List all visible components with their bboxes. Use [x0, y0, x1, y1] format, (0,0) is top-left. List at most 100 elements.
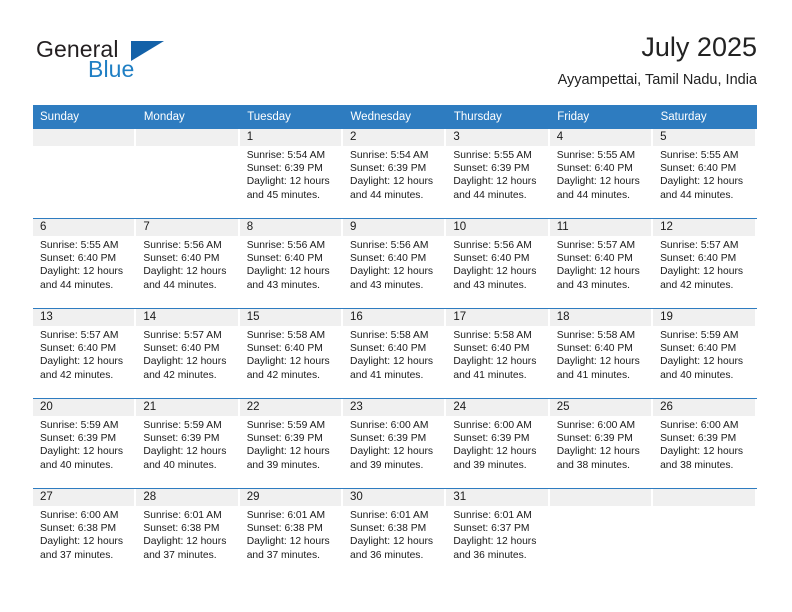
sunset-text: Sunset: 6:39 PM [350, 163, 427, 175]
sunrise-text: Sunrise: 5:58 AM [350, 330, 429, 341]
day-number: 23 [343, 399, 447, 416]
daylight-text-line2: and 37 minutes. [143, 549, 217, 561]
calendar-day-cell[interactable]: 21 Sunrise: 5:59 AM Sunset: 6:39 PM Dayligh… [136, 398, 240, 489]
calendar-day-cell[interactable]: 7 Sunrise: 5:56 AM Sunset: 6:40 PM Daylight… [136, 218, 240, 309]
day-number: 28 [136, 489, 240, 506]
sunrise-text: Sunrise: 6:00 AM [660, 420, 739, 431]
calendar-day-cell[interactable]: 5 Sunrise: 5:55 AM Sunset: 6:40 PM Daylight… [653, 129, 757, 219]
calendar-body: 1 Sunrise: 5:54 AM Sunset: 6:39 PM Daylight… [33, 129, 757, 578]
sunset-text: Sunset: 6:37 PM [453, 523, 530, 535]
daylight-text-line2: and 38 minutes. [556, 459, 630, 471]
day-number [136, 129, 240, 146]
sunrise-text: Sunrise: 5:54 AM [350, 150, 429, 161]
sunset-text: Sunset: 6:39 PM [453, 433, 530, 445]
weekday-header-thursday: Thursday [446, 105, 551, 129]
day-number: 27 [33, 489, 137, 506]
daylight-text-line1: Daylight: 12 hours [143, 536, 227, 548]
calendar-day-cell[interactable]: 15 Sunrise: 5:58 AM Sunset: 6:40 PM Dayligh… [239, 308, 344, 399]
daylight-text-line2: and 41 minutes. [556, 369, 630, 381]
sunrise-text: Sunrise: 5:56 AM [143, 240, 222, 251]
calendar-day-cell[interactable]: 20 Sunrise: 5:59 AM Sunset: 6:39 PM Dayligh… [33, 398, 137, 489]
general-blue-logo[interactable]: General Blue [36, 36, 226, 88]
calendar-day-cell[interactable]: 18 Sunrise: 5:58 AM Sunset: 6:40 PM Dayligh… [549, 308, 654, 399]
day-detail [136, 146, 239, 149]
calendar-day-cell[interactable]: 22 Sunrise: 5:59 AM Sunset: 6:39 PM Dayligh… [239, 398, 344, 489]
sunrise-text: Sunrise: 5:54 AM [246, 150, 326, 161]
day-number: 9 [343, 219, 447, 236]
calendar-day-cell[interactable]: 8 Sunrise: 5:56 AM Sunset: 6:40 PM Daylight… [239, 218, 344, 309]
day-cell-inner: 18 Sunrise: 5:58 AM Sunset: 6:40 PM Dayligh… [549, 309, 654, 398]
daylight-text-line1: Daylight: 12 hours [350, 266, 434, 278]
day-cell-inner: 13 Sunrise: 5:57 AM Sunset: 6:40 PM Dayligh… [33, 309, 137, 398]
day-number: 21 [136, 399, 240, 416]
logo-word-blue: Blue [88, 56, 135, 82]
calendar-day-cell[interactable]: 26 Sunrise: 6:00 AM Sunset: 6:39 PM Dayligh… [653, 398, 757, 489]
calendar-day-cell[interactable]: 3 Sunrise: 5:55 AM Sunset: 6:39 PM Daylight… [446, 129, 550, 219]
daylight-text-line1: Daylight: 12 hours [350, 446, 434, 458]
sunset-text: Sunset: 6:38 PM [350, 523, 427, 535]
sunrise-text: Sunrise: 5:55 AM [453, 150, 532, 161]
day-number: 18 [549, 309, 654, 326]
calendar-day-cell[interactable]: 6 Sunrise: 5:55 AM Sunset: 6:40 PM Daylight… [33, 218, 137, 309]
day-cell-inner: 27 Sunrise: 6:00 AM Sunset: 6:38 PM Dayligh… [33, 489, 137, 578]
calendar-day-cell[interactable]: 17 Sunrise: 5:58 AM Sunset: 6:40 PM Dayligh… [446, 308, 550, 399]
sunset-text: Sunset: 6:40 PM [660, 343, 737, 355]
daylight-text-line1: Daylight: 12 hours [40, 536, 123, 548]
sunset-text: Sunset: 6:40 PM [40, 253, 117, 265]
calendar-day-cell[interactable]: 31 Sunrise: 6:01 AM Sunset: 6:37 PM Dayligh… [446, 488, 550, 578]
sunset-text: Sunset: 6:40 PM [453, 343, 530, 355]
flag-icon [131, 41, 164, 61]
calendar-day-cell[interactable]: 19 Sunrise: 5:59 AM Sunset: 6:40 PM Dayligh… [653, 308, 757, 399]
calendar-day-cell[interactable]: 13 Sunrise: 5:57 AM Sunset: 6:40 PM Dayligh… [33, 308, 137, 399]
calendar-day-cell[interactable]: 12 Sunrise: 5:57 AM Sunset: 6:40 PM Dayligh… [653, 218, 757, 309]
sunrise-text: Sunrise: 5:56 AM [246, 240, 326, 251]
day-cell-inner: 12 Sunrise: 5:57 AM Sunset: 6:40 PM Dayligh… [653, 219, 757, 308]
day-detail: Sunrise: 5:56 AM Sunset: 6:40 PM Daylight:… [136, 236, 239, 292]
day-detail: Sunrise: 5:58 AM Sunset: 6:40 PM Daylight:… [446, 326, 549, 382]
calendar-day-cell[interactable]: 4 Sunrise: 5:55 AM Sunset: 6:40 PM Daylight… [549, 129, 654, 219]
daylight-text-line1: Daylight: 12 hours [453, 446, 537, 458]
day-cell-inner: 20 Sunrise: 5:59 AM Sunset: 6:39 PM Dayligh… [33, 399, 137, 488]
sunset-text: Sunset: 6:40 PM [350, 343, 427, 355]
calendar-day-cell[interactable]: 30 Sunrise: 6:01 AM Sunset: 6:38 PM Dayligh… [343, 488, 447, 578]
calendar-day-cell[interactable]: 2 Sunrise: 5:54 AM Sunset: 6:39 PM Daylight… [343, 129, 447, 219]
daylight-text-line2: and 36 minutes. [453, 549, 527, 561]
day-number: 3 [446, 129, 550, 146]
daylight-text-line2: and 44 minutes. [350, 189, 424, 201]
calendar-day-cell[interactable]: 10 Sunrise: 5:56 AM Sunset: 6:40 PM Dayligh… [446, 218, 550, 309]
daylight-text-line2: and 43 minutes. [350, 279, 424, 291]
weekday-header-friday: Friday [549, 105, 654, 129]
calendar-day-cell[interactable]: 16 Sunrise: 5:58 AM Sunset: 6:40 PM Dayligh… [343, 308, 447, 399]
calendar-day-cell[interactable]: 14 Sunrise: 5:57 AM Sunset: 6:40 PM Dayligh… [136, 308, 240, 399]
daylight-text-line2: and 40 minutes. [660, 369, 734, 381]
day-detail: Sunrise: 5:59 AM Sunset: 6:39 PM Daylight:… [240, 416, 343, 472]
day-detail: Sunrise: 5:58 AM Sunset: 6:40 PM Daylight:… [550, 326, 653, 382]
calendar-day-cell[interactable]: 25 Sunrise: 6:00 AM Sunset: 6:39 PM Dayligh… [549, 398, 654, 489]
calendar-day-cell[interactable]: 29 Sunrise: 6:01 AM Sunset: 6:38 PM Dayligh… [239, 488, 344, 578]
weekday-header-monday: Monday [136, 105, 241, 129]
day-detail: Sunrise: 6:00 AM Sunset: 6:39 PM Daylight:… [653, 416, 756, 472]
day-cell-inner: 4 Sunrise: 5:55 AM Sunset: 6:40 PM Daylight… [549, 129, 654, 218]
sunrise-text: Sunrise: 6:00 AM [350, 420, 429, 431]
daylight-text-line1: Daylight: 12 hours [350, 176, 434, 188]
calendar-day-cell[interactable]: 28 Sunrise: 6:01 AM Sunset: 6:38 PM Dayligh… [136, 488, 240, 578]
day-cell-inner: 19 Sunrise: 5:59 AM Sunset: 6:40 PM Dayligh… [653, 309, 757, 398]
sunrise-text: Sunrise: 5:59 AM [40, 420, 119, 431]
calendar-day-cell[interactable]: 11 Sunrise: 5:57 AM Sunset: 6:40 PM Dayligh… [549, 218, 654, 309]
daylight-text-line2: and 39 minutes. [453, 459, 527, 471]
calendar-day-cell[interactable]: 9 Sunrise: 5:56 AM Sunset: 6:40 PM Daylight… [343, 218, 447, 309]
calendar-day-cell[interactable]: 27 Sunrise: 6:00 AM Sunset: 6:38 PM Dayligh… [33, 488, 137, 578]
sunset-text: Sunset: 6:40 PM [143, 343, 220, 355]
calendar-week-row: 20 Sunrise: 5:59 AM Sunset: 6:39 PM Dayligh… [33, 398, 757, 489]
calendar-day-cell[interactable]: 1 Sunrise: 5:54 AM Sunset: 6:39 PM Daylight… [239, 129, 344, 219]
daylight-text-line1: Daylight: 12 hours [660, 356, 744, 368]
sunrise-text: Sunrise: 6:01 AM [350, 510, 429, 521]
day-cell-inner: 8 Sunrise: 5:56 AM Sunset: 6:40 PM Daylight… [239, 219, 344, 308]
daylight-text-line1: Daylight: 12 hours [246, 266, 330, 278]
calendar-day-cell[interactable]: 24 Sunrise: 6:00 AM Sunset: 6:39 PM Dayligh… [446, 398, 550, 489]
day-cell-inner [653, 489, 757, 578]
sunset-text: Sunset: 6:40 PM [40, 343, 117, 355]
day-number: 1 [239, 129, 344, 146]
calendar-day-cell[interactable]: 23 Sunrise: 6:00 AM Sunset: 6:39 PM Dayligh… [343, 398, 447, 489]
day-cell-inner: 11 Sunrise: 5:57 AM Sunset: 6:40 PM Dayligh… [549, 219, 654, 308]
